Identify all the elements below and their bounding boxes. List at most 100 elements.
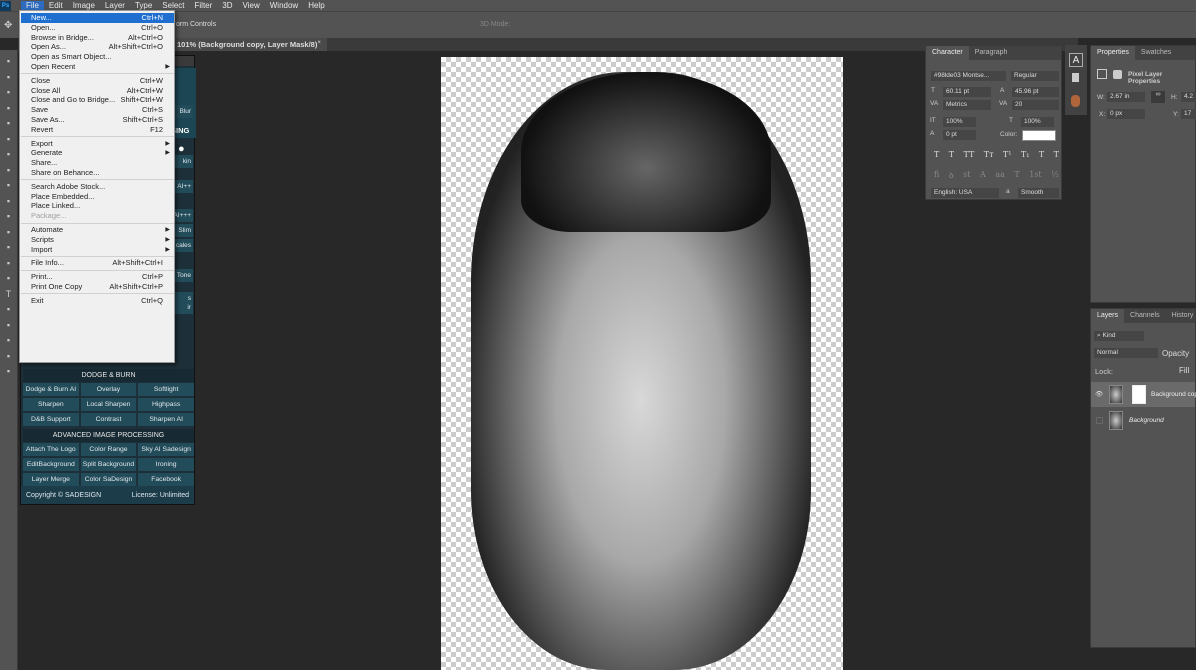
eraser-tool-icon[interactable]: ▪ xyxy=(3,211,14,222)
opentype-button[interactable]: aa xyxy=(995,170,1005,181)
menu-item-share-on-behance[interactable]: Share on Behance... xyxy=(21,168,174,178)
type-tool-icon[interactable]: T xyxy=(3,289,14,300)
vertical-scale-field[interactable]: 100% xyxy=(943,117,976,127)
paragraph-panel-icon[interactable] xyxy=(1072,73,1079,82)
menu-help[interactable]: Help xyxy=(303,1,329,10)
type-style-button[interactable]: T₁ xyxy=(1021,150,1030,159)
menu-item-open[interactable]: Open... Ctrl+O xyxy=(21,23,174,33)
document-canvas[interactable] xyxy=(441,57,843,670)
x-field[interactable]: 0 px xyxy=(1107,109,1145,119)
plugin-button-dodge-burn-ai[interactable]: Dodge & Burn AI xyxy=(23,383,79,396)
tab-history[interactable]: History xyxy=(1166,309,1196,323)
stamp-tool-icon[interactable]: ▪ xyxy=(3,180,14,191)
hand-tool-icon[interactable]: ▪ xyxy=(3,335,14,346)
kerning-field[interactable]: Metrics xyxy=(943,100,991,110)
opentype-button[interactable]: A xyxy=(980,170,986,181)
plugin-button-facebook[interactable]: Facebook xyxy=(138,473,194,486)
plugin-button-local-sharpen[interactable]: Local Sharpen xyxy=(80,398,137,411)
menu-item-browse-in-bridge[interactable]: Browse in Bridge... Alt+Ctrl+O xyxy=(21,33,174,43)
plugin-button-sky-ai-sadesign[interactable]: Sky AI Sadesign xyxy=(138,443,194,456)
mask-icon[interactable] xyxy=(1113,70,1122,79)
menu-item-share[interactable]: Share... xyxy=(21,158,174,168)
dodge-tool-icon[interactable]: ▪ xyxy=(3,258,14,269)
menu-edit[interactable]: Edit xyxy=(44,1,68,10)
y-field[interactable]: 17 xyxy=(1181,109,1196,119)
opentype-button[interactable]: ½ xyxy=(1051,170,1059,181)
plugin-button-overlay[interactable]: Overlay xyxy=(80,383,137,396)
layer-filter-select[interactable]: ⌕ Kind xyxy=(1094,331,1144,341)
plugin-button-highpass[interactable]: Highpass xyxy=(138,398,194,411)
font-style-select[interactable]: Regular xyxy=(1011,71,1059,81)
healing-tool-icon[interactable]: ▪ xyxy=(3,149,14,160)
plugin-button-split-background[interactable]: Split Background xyxy=(80,458,137,471)
text-color-swatch[interactable] xyxy=(1022,130,1056,141)
tab-channels[interactable]: Channels xyxy=(1124,309,1166,323)
type-style-button[interactable]: T¹ xyxy=(1003,150,1012,159)
plugin-button-softlight[interactable]: Softlight xyxy=(138,383,194,396)
tab-properties[interactable]: Properties xyxy=(1091,46,1135,60)
tab-character[interactable]: Character xyxy=(926,46,969,60)
plugin-button-ironing[interactable]: Ironing xyxy=(138,458,194,471)
zoom-tool-icon[interactable]: ▪ xyxy=(3,351,14,362)
menu-select[interactable]: Select xyxy=(157,1,189,10)
menu-image[interactable]: Image xyxy=(68,1,100,10)
menu-item-export[interactable]: Export ▶ xyxy=(21,139,174,149)
leading-field[interactable]: 45.96 pt xyxy=(1012,87,1059,97)
menu-type[interactable]: Type xyxy=(130,1,157,10)
path-select-tool-icon[interactable]: ▪ xyxy=(3,304,14,315)
marquee-tool-icon[interactable]: ▪ xyxy=(3,72,14,83)
type-style-button[interactable]: TT xyxy=(964,150,975,159)
menu-filter[interactable]: Filter xyxy=(190,1,218,10)
brush-tool-icon[interactable]: ▪ xyxy=(3,165,14,176)
opentype-button[interactable]: st xyxy=(963,170,970,181)
plugin-button-editbackground[interactable]: EditBackground xyxy=(23,458,79,471)
opentype-button[interactable]: ꝺ xyxy=(949,170,954,181)
menu-layer[interactable]: Layer xyxy=(100,1,130,10)
menu-item-generate[interactable]: Generate ▶ xyxy=(21,148,174,158)
menu-item-exit[interactable]: Exit Ctrl+Q xyxy=(21,296,174,306)
type-style-button[interactable]: Tт xyxy=(984,150,994,159)
crop-tool-icon[interactable]: ▪ xyxy=(3,118,14,129)
move-icon[interactable]: ✥ xyxy=(4,20,12,31)
width-field[interactable]: 2.67 in xyxy=(1107,92,1145,102)
eyedropper-tool-icon[interactable]: ▪ xyxy=(3,134,14,145)
layer-row[interactable]: Background xyxy=(1091,408,1195,433)
menu-item-save-as[interactable]: Save As... Shift+Ctrl+S xyxy=(21,115,174,125)
type-style-button[interactable]: T xyxy=(1039,150,1044,159)
menu-item-file-info[interactable]: File Info... Alt+Shift+Ctrl+I xyxy=(21,258,174,268)
history-brush-tool-icon[interactable]: ▪ xyxy=(3,196,14,207)
opentype-button[interactable]: T xyxy=(1014,170,1019,181)
menu-file[interactable]: File xyxy=(21,1,44,10)
opentype-button[interactable]: ﬁ xyxy=(934,170,939,181)
menu-item-open-as[interactable]: Open As... Alt+Shift+Ctrl+O xyxy=(21,42,174,52)
eye-icon[interactable]: 👁 xyxy=(1095,382,1103,407)
menu-item-search-adobe-stock[interactable]: Search Adobe Stock... xyxy=(21,182,174,192)
plugin-panel-icon[interactable] xyxy=(1071,95,1080,107)
font-size-field[interactable]: 60.11 pt xyxy=(943,87,991,97)
link-icon[interactable]: ∞ xyxy=(1151,91,1165,103)
type-style-button[interactable]: T xyxy=(1054,150,1059,159)
transform-controls-label[interactable]: orm Controls xyxy=(176,21,216,28)
menu-item-save[interactable]: Save Ctrl+S xyxy=(21,105,174,115)
opentype-button[interactable]: 1st xyxy=(1029,170,1041,181)
tab-layers[interactable]: Layers xyxy=(1091,309,1125,323)
plugin-button-sharpen-ai[interactable]: Sharpen AI xyxy=(138,413,194,426)
plugin-button-attach-the-logo[interactable]: Attach The Logo xyxy=(23,443,79,456)
menu-item-revert[interactable]: Revert F12 xyxy=(21,125,174,135)
menu-item-place-linked[interactable]: Place Linked... xyxy=(21,201,174,211)
tracking-field[interactable]: 20 xyxy=(1012,100,1059,110)
baseline-field[interactable]: 0 pt xyxy=(943,130,976,140)
more-tool-icon[interactable]: ▪ xyxy=(3,366,14,377)
user-icon[interactable]: ● xyxy=(178,143,185,155)
close-tab-icon[interactable]: × xyxy=(317,40,321,46)
menu-item-open-as-smart-object[interactable]: Open as Smart Object... xyxy=(21,52,174,62)
blur-tool-icon[interactable]: ▪ xyxy=(3,242,14,253)
menu-item-close[interactable]: Close Ctrl+W xyxy=(21,76,174,86)
plugin-button-color-range[interactable]: Color Range xyxy=(80,443,137,456)
language-select[interactable]: English: USA xyxy=(931,188,999,198)
menu-3d[interactable]: 3D xyxy=(217,1,237,10)
menu-view[interactable]: View xyxy=(238,1,265,10)
move-tool-icon[interactable]: ▪ xyxy=(3,56,14,67)
font-family-select[interactable]: #98lde03 Montse... xyxy=(931,71,1006,81)
blend-mode-select[interactable]: Normal xyxy=(1094,348,1158,358)
